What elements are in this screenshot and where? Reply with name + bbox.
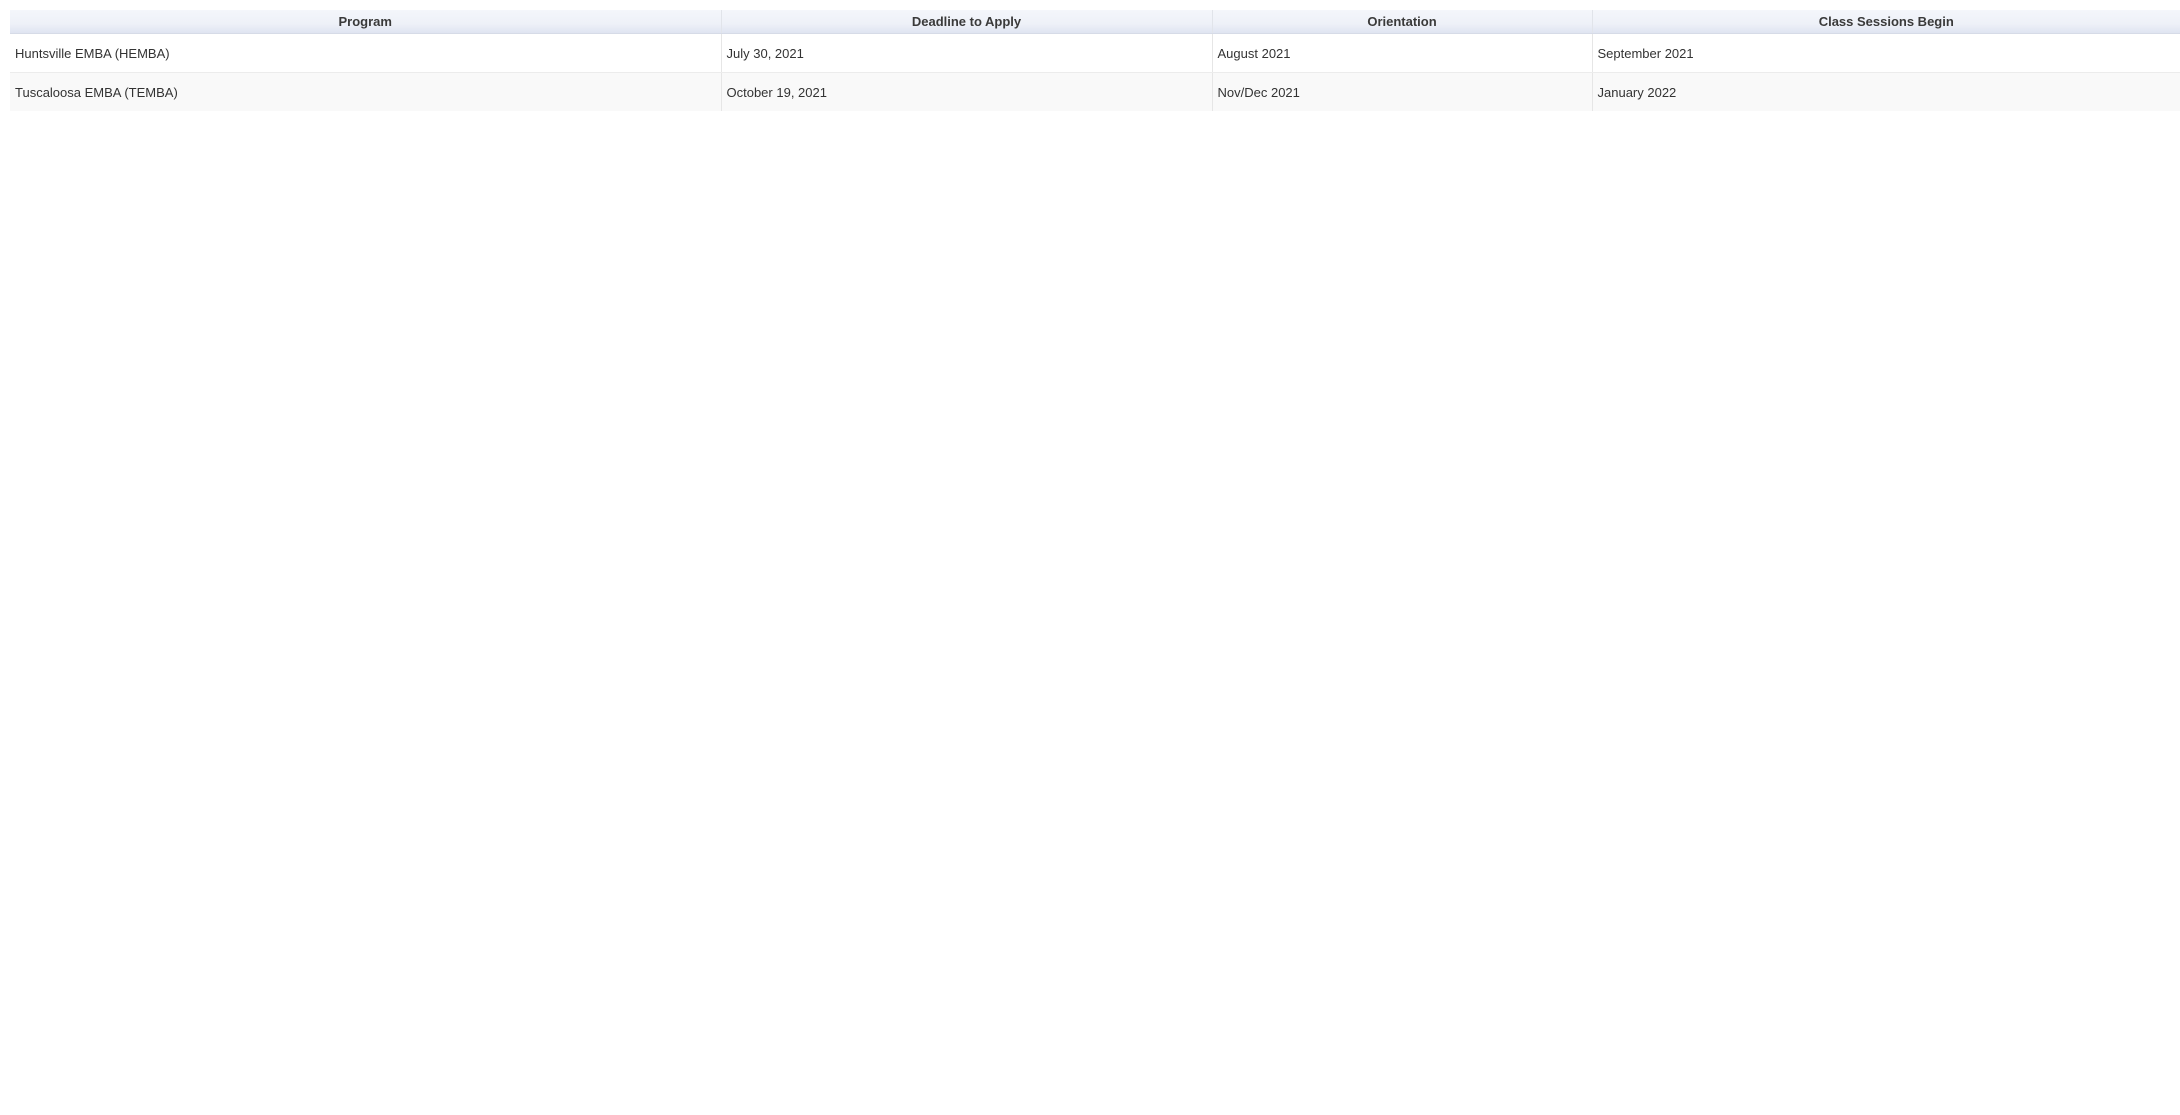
cell-program: Tuscaloosa EMBA (TEMBA): [10, 72, 722, 111]
column-header-orientation: Orientation: [1212, 10, 1593, 34]
table-row: Tuscaloosa EMBA (TEMBA) October 19, 2021…: [10, 72, 2180, 111]
cell-class-sessions: September 2021: [1592, 33, 2180, 73]
program-schedule-table-container: Program Deadline to Apply Orientation Cl…: [10, 10, 2180, 111]
column-header-class-sessions: Class Sessions Begin: [1592, 10, 2180, 34]
cell-class-sessions: January 2022: [1592, 72, 2180, 111]
cell-orientation: Nov/Dec 2021: [1212, 72, 1593, 111]
table-body: Huntsville EMBA (HEMBA) July 30, 2021 Au…: [10, 33, 2180, 111]
header-row: Program Deadline to Apply Orientation Cl…: [10, 10, 2180, 34]
cell-deadline: July 30, 2021: [721, 33, 1213, 73]
cell-deadline: October 19, 2021: [721, 72, 1213, 111]
program-schedule-table: Program Deadline to Apply Orientation Cl…: [10, 10, 2180, 111]
table-header: Program Deadline to Apply Orientation Cl…: [10, 10, 2180, 34]
cell-program: Huntsville EMBA (HEMBA): [10, 33, 722, 73]
column-header-deadline: Deadline to Apply: [721, 10, 1213, 34]
table-row: Huntsville EMBA (HEMBA) July 30, 2021 Au…: [10, 33, 2180, 73]
cell-orientation: August 2021: [1212, 33, 1593, 73]
column-header-program: Program: [10, 10, 722, 34]
